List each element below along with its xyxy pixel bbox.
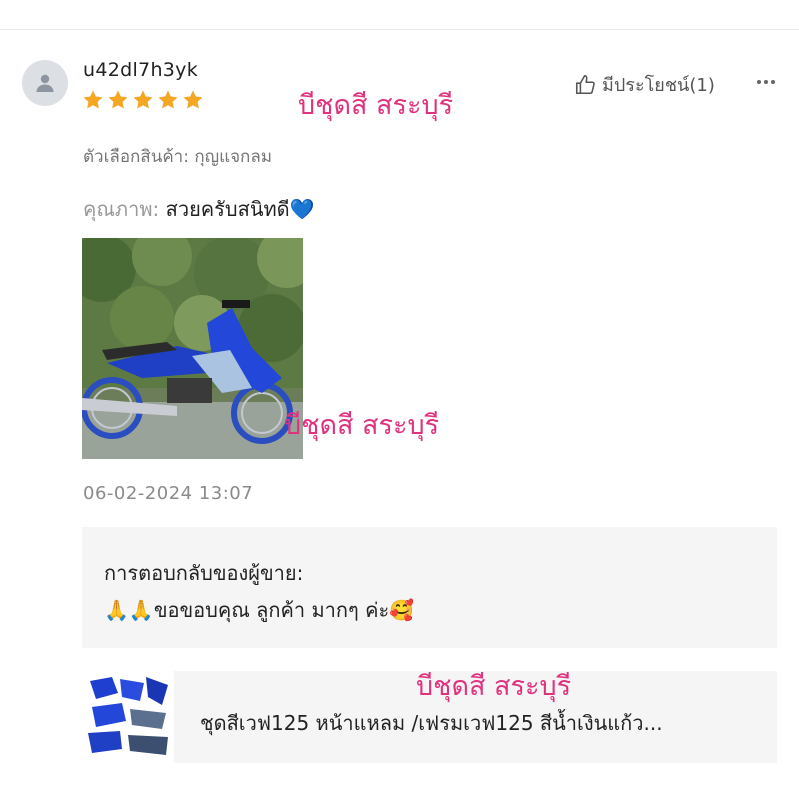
helpful-label: มีประโยชน์(1): [602, 75, 715, 96]
review-date: 06-02-2024 13:07: [83, 483, 254, 504]
rating-stars: [82, 89, 204, 111]
product-thumbnail: [82, 671, 174, 763]
quality-line: คุณภาพ: สวยครับสนิทดี💙: [83, 193, 315, 225]
thumbs-up-icon: [575, 74, 595, 94]
helpful-button[interactable]: มีประโยชน์(1): [574, 70, 715, 99]
person-icon: [36, 74, 54, 92]
variant-text: ตัวเลือกสินค้า: กุญแจกลม: [83, 147, 272, 167]
seller-reply-title: การตอบกลับของผู้ขาย:: [104, 561, 304, 585]
motorcycle-photo: [82, 238, 303, 459]
star-icon: [133, 90, 153, 109]
review-username: u42dl7h3yk: [83, 59, 199, 81]
watermark-product: บีชุดสี สระบุรี: [416, 671, 572, 702]
seller-reply-body: 🙏🙏 ขอขอบคุณ ลูกค้า มากๆ ค่ะ 🥰: [104, 594, 414, 626]
star-icon: [158, 90, 178, 109]
watermark-photo: บีชุดสี สระบุรี: [284, 410, 440, 441]
smiling-hearts-emoji: 🥰: [389, 598, 415, 622]
pray-emoji: 🙏🙏: [104, 598, 154, 622]
user-avatar-icon[interactable]: [22, 60, 68, 106]
top-divider: [0, 29, 799, 30]
star-icon: [183, 90, 203, 109]
star-icon: [108, 90, 128, 109]
product-parts-image: [82, 671, 174, 763]
quality-value: สวยครับสนิทดี: [165, 197, 290, 221]
more-dots-icon[interactable]: [752, 70, 780, 94]
blue-heart-emoji: 💙: [289, 197, 315, 221]
star-icon: [83, 90, 103, 109]
watermark-top: บีชุดสี สระบุรี: [298, 90, 454, 121]
seller-reply-text: ขอขอบคุณ ลูกค้า มากๆ ค่ะ: [153, 598, 390, 622]
product-name: ชุดสีเวฟ125 หน้าแหลม /เฟรมเวฟ125 สีน้ำเง…: [200, 711, 663, 735]
seller-reply-box: การตอบกลับของผู้ขาย: 🙏🙏 ขอขอบคุณ ลูกค้า ม…: [82, 527, 777, 648]
review-photo[interactable]: [82, 238, 303, 459]
quality-label: คุณภาพ:: [83, 197, 160, 221]
